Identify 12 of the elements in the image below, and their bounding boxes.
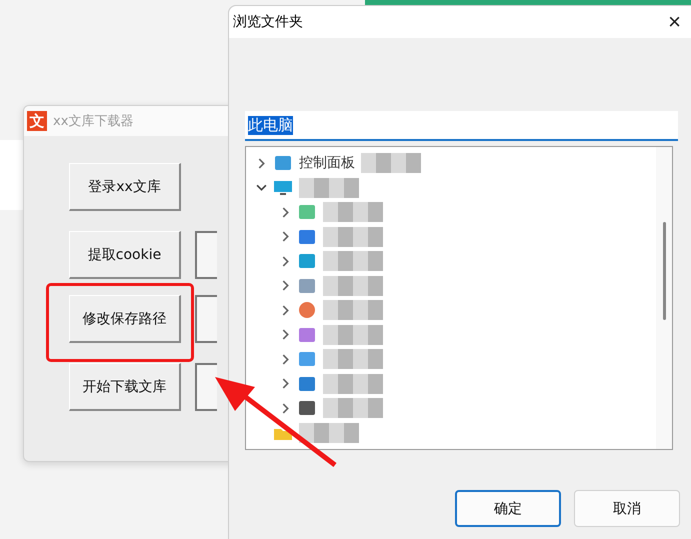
window-title: xx文库下载器 — [53, 113, 134, 130]
dialog-button[interactable]: 确定 — [455, 490, 561, 527]
app-logo-icon: 文 — [27, 111, 47, 131]
path-field[interactable]: 此电脑 — [245, 111, 678, 141]
window-title: 浏览文件夹 — [233, 13, 303, 31]
action-button[interactable]: 提取cookie — [69, 231, 181, 279]
tree-item-label[interactable]: 控制面板 — [299, 154, 355, 172]
dialog-button[interactable]: 取消 — [574, 490, 680, 527]
action-button[interactable]: 修改保存路径 — [69, 295, 181, 343]
action-button[interactable]: 开始下载文库 — [69, 363, 181, 411]
close-button[interactable]: × — [668, 11, 681, 33]
action-button[interactable]: 登录xx文库 — [69, 163, 181, 211]
